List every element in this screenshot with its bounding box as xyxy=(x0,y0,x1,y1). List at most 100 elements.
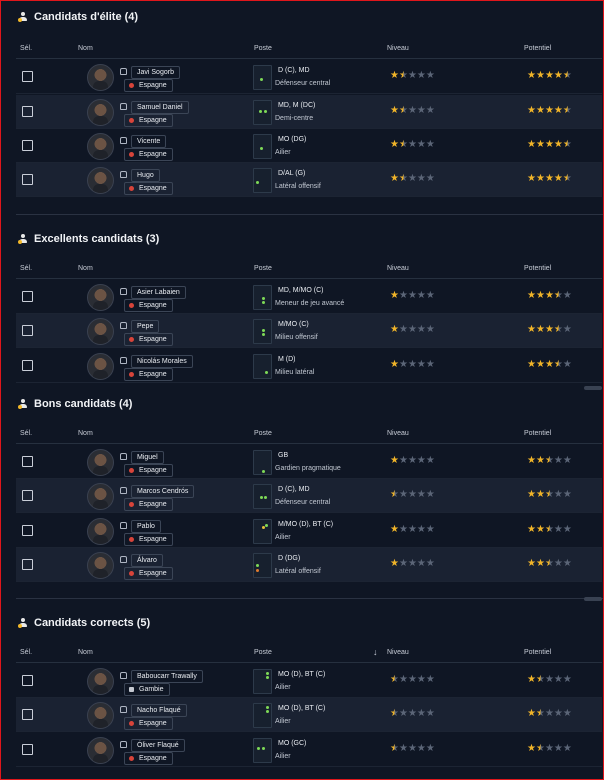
column-header-potential[interactable]: Potentiel xyxy=(524,265,551,272)
position-label: D/AL (G) xyxy=(278,170,306,177)
table-row[interactable]: Samuel Daniel Espagne MD, M (DC) Demi-centr… xyxy=(16,95,602,129)
nationality-label: Espagne xyxy=(139,82,167,89)
player-name[interactable]: Samuel Daniel xyxy=(131,101,189,114)
section-title: Excellents candidats (3) xyxy=(18,233,159,245)
table-row[interactable]: Marcos Cendrós Espagne D (C), MD Défenseur … xyxy=(16,479,602,513)
column-header-position[interactable]: Poste xyxy=(254,649,272,656)
scrollbar-thumb[interactable] xyxy=(584,597,602,601)
potential-stars: ★★★★★ xyxy=(527,140,572,150)
table-row[interactable]: Álvaro Espagne D (DG) Latéral offensif ★★★★★… xyxy=(16,548,602,582)
nationality-label: Espagne xyxy=(139,185,167,192)
column-header-potential[interactable]: Potentiel xyxy=(524,649,551,656)
flag-icon xyxy=(129,756,134,761)
role-label: Gardien pragmatique xyxy=(275,465,341,472)
player-name[interactable]: Álvaro xyxy=(131,554,163,567)
player-name[interactable]: Baboucarr Trawally xyxy=(131,670,203,683)
lock-icon xyxy=(120,68,127,75)
scrollbar-thumb[interactable] xyxy=(584,386,602,390)
select-checkbox[interactable] xyxy=(22,140,33,151)
star-icon: ★ xyxy=(553,558,563,569)
table-row[interactable]: Miguel Espagne GB Gardien pragmatique ★★★★★ ★… xyxy=(16,445,602,479)
player-name[interactable]: Nacho Flaqué xyxy=(131,704,187,717)
table-row[interactable]: Hugo Espagne D/AL (G) Latéral offensif ★★★★★… xyxy=(16,163,602,197)
select-checkbox[interactable] xyxy=(22,325,33,336)
select-checkbox[interactable] xyxy=(22,675,33,686)
column-header-name[interactable]: Nom xyxy=(78,430,93,437)
player-name[interactable]: Miguel xyxy=(131,451,164,464)
lock-icon xyxy=(120,288,127,295)
player-name[interactable]: Nicolás Morales xyxy=(131,355,193,368)
level-stars: ★★★★★ xyxy=(390,174,435,184)
flag-icon xyxy=(129,372,134,377)
column-header-position[interactable]: Poste xyxy=(254,265,272,272)
star-icon: ★ xyxy=(562,105,572,116)
column-header-position[interactable]: Poste xyxy=(254,430,272,437)
select-checkbox[interactable] xyxy=(22,559,33,570)
player-name[interactable]: Javi Sogorb xyxy=(131,66,180,79)
table-row[interactable]: Vicente Espagne MO (DG) Ailier ★★★★★ ★★★★★ xyxy=(16,129,602,163)
select-checkbox[interactable] xyxy=(22,106,33,117)
table-row[interactable]: Pablo Espagne M/MO (D), BT (C) Ailier ★★★★★ ★… xyxy=(16,514,602,548)
column-header-name[interactable]: Nom xyxy=(78,45,93,52)
select-checkbox[interactable] xyxy=(22,490,33,501)
column-header-level[interactable]: Niveau xyxy=(387,430,409,437)
lock-icon xyxy=(120,357,127,364)
column-header-potential[interactable]: Potentiel xyxy=(524,430,551,437)
column-header-level[interactable]: Niveau xyxy=(387,45,409,52)
table-row[interactable]: Nicolás Morales Espagne M (D) Milieu latéra… xyxy=(16,349,602,383)
star-icon: ★ xyxy=(398,708,408,719)
column-header-position[interactable]: Poste xyxy=(254,45,272,52)
column-header-name[interactable]: Nom xyxy=(78,649,93,656)
player-name[interactable]: Asier Labaien xyxy=(131,286,186,299)
column-header-level[interactable]: Niveau xyxy=(387,265,409,272)
select-checkbox[interactable] xyxy=(22,709,33,720)
star-icon: ★ xyxy=(390,524,399,535)
position-dot xyxy=(257,747,260,750)
star-icon: ★ xyxy=(544,139,554,150)
table-row[interactable]: Javi Sogorb Espagne D (C), MD Défenseur cen… xyxy=(16,60,602,94)
position-label: M/MO (C) xyxy=(278,321,309,328)
table-row[interactable]: Baboucarr Trawally Gambie MO (D), BT (C) Ai… xyxy=(16,664,602,698)
select-checkbox[interactable] xyxy=(22,174,33,185)
player-name[interactable]: Marcos Cendrós xyxy=(131,485,195,498)
star-icon: ★ xyxy=(416,105,426,116)
column-header-name[interactable]: Nom xyxy=(78,265,93,272)
table-row[interactable]: Nacho Flaqué Espagne MO (D), BT (C) Ailier ★… xyxy=(16,698,602,732)
player-name[interactable]: Hugo xyxy=(131,169,160,182)
player-name[interactable]: Óliver Flaqué xyxy=(131,739,185,752)
nationality-label: Espagne xyxy=(139,302,167,309)
lock-icon xyxy=(120,453,127,460)
table-row[interactable]: Pepe Espagne M/MO (C) Milieu offensif ★★★★★ ★… xyxy=(16,314,602,348)
select-checkbox[interactable] xyxy=(22,744,33,755)
star-icon: ★ xyxy=(398,489,408,500)
star-icon: ★ xyxy=(407,708,417,719)
table-row[interactable]: Óliver Flaqué Espagne MO (GC) Ailier ★★★★★ ★★… xyxy=(16,733,602,767)
avatar xyxy=(87,449,114,476)
star-icon: ★ xyxy=(390,290,399,301)
select-checkbox[interactable] xyxy=(22,525,33,536)
select-checkbox[interactable] xyxy=(22,291,33,302)
player-name[interactable]: Vicente xyxy=(131,135,167,148)
position-dot xyxy=(266,710,269,713)
star-icon: ★ xyxy=(562,524,572,535)
select-checkbox[interactable] xyxy=(22,71,33,82)
star-icon: ★ xyxy=(562,324,572,335)
position-label: GB xyxy=(278,452,289,459)
star-icon: ★ xyxy=(544,489,554,500)
player-name[interactable]: Pablo xyxy=(131,520,161,533)
column-header-potential[interactable]: Potentiel xyxy=(524,45,551,52)
player-name[interactable]: Pepe xyxy=(131,320,160,333)
select-checkbox[interactable] xyxy=(22,456,33,467)
star-icon: ★ xyxy=(425,455,435,466)
star-icon: ★ xyxy=(398,359,408,370)
sort-arrow-icon[interactable]: ↓ xyxy=(373,647,378,657)
star-icon: ★ xyxy=(553,324,563,335)
section-title-text: Bons candidats (4) xyxy=(34,398,133,410)
role-label: Défenseur central xyxy=(275,80,331,87)
star-icon: ★ xyxy=(425,743,435,754)
star-icon: ★ xyxy=(544,455,554,466)
select-checkbox[interactable] xyxy=(22,360,33,371)
column-header-level[interactable]: Niveau xyxy=(387,649,409,656)
table-row[interactable]: Asier Labaien Espagne MD, M/MO (C) Meneur d… xyxy=(16,280,602,314)
star-icon: ★ xyxy=(416,489,426,500)
